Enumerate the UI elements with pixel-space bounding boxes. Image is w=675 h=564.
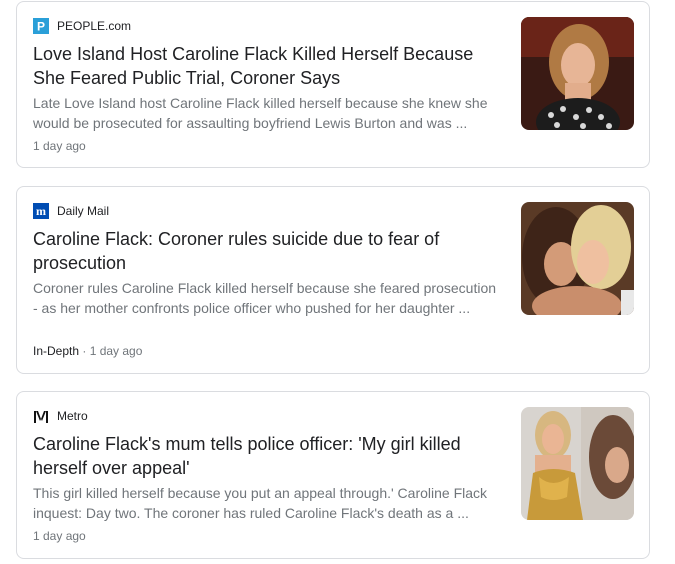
news-card[interactable]: Metro Caroline Flack's mum tells police …: [16, 391, 650, 559]
metro-logo-icon: [33, 407, 49, 424]
meta-row: In-Depth · 1 day ago: [33, 343, 142, 359]
headline-link[interactable]: Caroline Flack's mum tells police office…: [33, 432, 493, 480]
source-row: P PEOPLE.com: [33, 17, 131, 34]
news-feed: P PEOPLE.com Love Island Host Caroline F…: [0, 0, 675, 564]
news-card[interactable]: P PEOPLE.com Love Island Host Caroline F…: [16, 1, 650, 168]
source-row: m Daily Mail: [33, 202, 109, 219]
meta-row: 1 day ago: [33, 138, 86, 154]
headline-link[interactable]: Love Island Host Caroline Flack Killed H…: [33, 42, 493, 90]
daily-mail-logo-icon: m: [33, 202, 49, 219]
source-row: Metro: [33, 407, 88, 424]
source-name: Metro: [57, 408, 88, 423]
snippet: Late Love Island host Caroline Flack kil…: [33, 95, 488, 131]
meta-row: 1 day ago: [33, 528, 86, 544]
people-logo-icon: P: [33, 17, 49, 34]
thumbnail-image[interactable]: [521, 17, 634, 130]
headline-link[interactable]: Caroline Flack: Coroner rules suicide du…: [33, 227, 493, 275]
in-depth-tag: In-Depth: [33, 344, 83, 358]
snippet: Coroner rules Caroline Flack killed hers…: [33, 280, 497, 316]
timestamp: 1 day ago: [33, 139, 86, 153]
timestamp: · 1 day ago: [82, 344, 143, 358]
svg-text:P: P: [37, 19, 45, 33]
news-card[interactable]: m Daily Mail Caroline Flack: Coroner rul…: [16, 186, 650, 374]
timestamp: 1 day ago: [33, 529, 86, 543]
thumbnail-image[interactable]: [521, 202, 634, 315]
thumbnail-image[interactable]: [521, 407, 634, 520]
svg-text:m: m: [36, 204, 46, 218]
source-name: Daily Mail: [57, 203, 110, 218]
source-name: PEOPLE.com: [57, 18, 132, 33]
snippet: This girl killed herself because you put…: [33, 485, 488, 521]
